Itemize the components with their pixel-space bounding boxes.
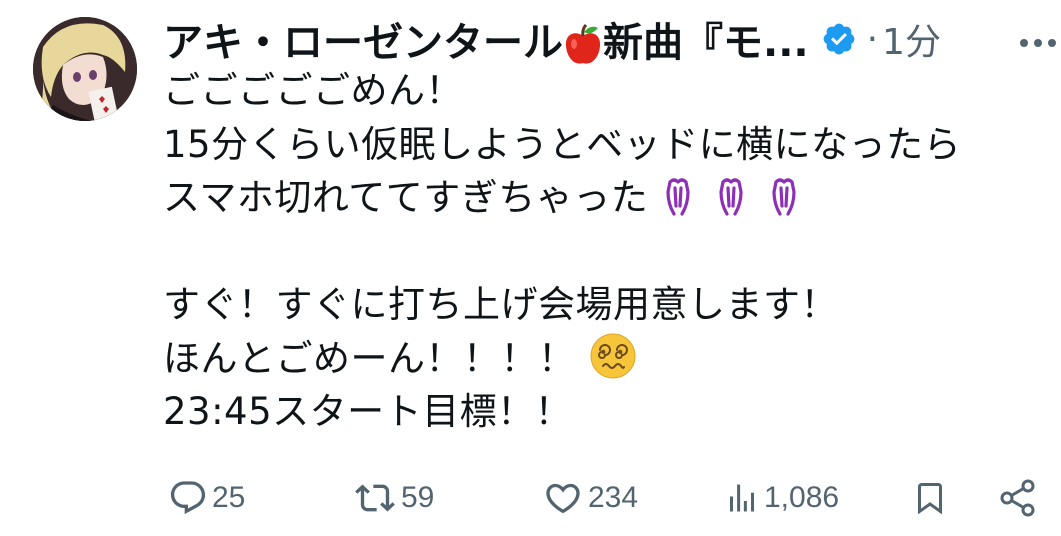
views-button[interactable]: 1,086 [724, 470, 839, 526]
repost-button[interactable]: 59 [353, 470, 434, 526]
pleading-hands-icon [662, 176, 812, 218]
verified-badge-icon[interactable] [821, 21, 857, 57]
post-header: アキ・ローゼンタール 新曲『モ... · 1分 [163, 10, 941, 68]
avatar-image [33, 17, 137, 121]
repost-count: 59 [401, 481, 435, 514]
post-text: ごごごごごめん！ 15分くらい仮眠しようとベッドに横になったら スマホ切れててす… [163, 64, 1053, 439]
dizzy-face-icon [590, 333, 636, 379]
views-count: 1,086 [764, 481, 840, 514]
views-chart-icon [730, 484, 754, 512]
post-text-line: 23:45スタート目標！！ [163, 390, 573, 433]
bookmark-icon [918, 483, 942, 515]
author-name-suffix: 新曲『モ... [603, 20, 809, 66]
post-text-line: ほんとごめーん！！！！ [163, 332, 1053, 386]
author-name-prefix: アキ・ローゼンタール [163, 20, 563, 66]
post-text-line: スマホ切れててすぎちゃった [163, 171, 1053, 225]
heart-icon [546, 483, 580, 514]
bookmark-button[interactable] [912, 470, 948, 526]
reply-icon [170, 481, 206, 515]
post-timestamp[interactable]: 1分 [882, 13, 941, 65]
action-bar: 25 59 234 1,086 [0, 470, 1061, 526]
apple-icon [563, 24, 603, 66]
more-icon [1020, 39, 1056, 47]
avatar[interactable] [33, 17, 137, 121]
post-text-line: すぐ！すぐに打ち上げ会場用意します！ [163, 283, 838, 326]
more-options-button[interactable] [1018, 28, 1058, 58]
post-text-line: ごごごごごめん！ [163, 69, 463, 112]
repost-icon [355, 484, 395, 512]
reply-button[interactable]: 25 [168, 470, 245, 526]
share-icon [1000, 479, 1035, 517]
post-text-line-content: スマホ切れててすぎちゃった [163, 176, 649, 219]
like-button[interactable]: 234 [542, 470, 638, 526]
header-separator: · [866, 18, 879, 60]
post-text-line: 15分くらい仮眠しようとベッドに横になったら [163, 122, 962, 166]
author-display-name[interactable]: アキ・ローゼンタール 新曲『モ... [163, 10, 809, 68]
like-count: 234 [588, 481, 639, 514]
post-text-line-content: ほんとごめーん！！！！ [163, 336, 576, 380]
share-button[interactable] [998, 470, 1038, 526]
reply-count: 25 [212, 481, 246, 514]
